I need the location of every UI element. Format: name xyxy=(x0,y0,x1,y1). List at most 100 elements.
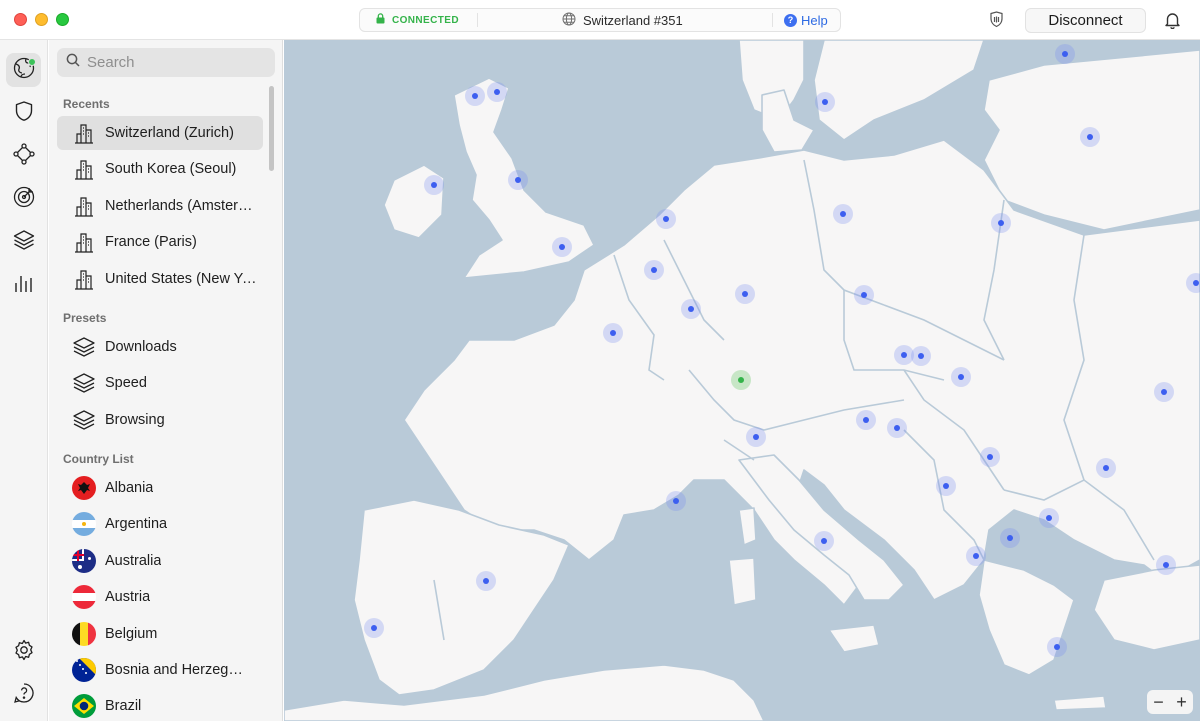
server-pin-dot xyxy=(894,425,900,431)
server-pin-dot xyxy=(559,244,565,250)
recent-item[interactable]: Netherlands (Amster… xyxy=(57,189,263,223)
austria-flag-icon xyxy=(72,585,96,610)
bell-icon[interactable] xyxy=(1164,11,1181,30)
brazil-flag-icon xyxy=(72,694,96,719)
server-pin-dot xyxy=(1087,134,1093,140)
land-crete xyxy=(1053,695,1107,711)
land-sardinia xyxy=(728,557,757,606)
item-label: Australia xyxy=(105,552,162,569)
help-label: Help xyxy=(801,12,828,28)
navigation-rail xyxy=(0,40,48,721)
argentina-flag-icon xyxy=(72,512,96,537)
land-greece xyxy=(978,559,1075,676)
title-bar: CONNECTED Switzerland #351 ? Help Discon… xyxy=(0,0,1200,40)
land-north-africa xyxy=(284,664,765,721)
item-label: France (Paris) xyxy=(105,234,197,251)
land-turkey xyxy=(1093,564,1200,651)
country-item[interactable]: Argentina xyxy=(57,507,263,541)
search-input[interactable] xyxy=(87,54,267,71)
divider xyxy=(477,13,478,27)
recents-title: Recents xyxy=(63,97,110,111)
zoom-out-button[interactable]: − xyxy=(1153,692,1164,713)
item-label: Speed xyxy=(105,375,147,392)
server-pin-dot xyxy=(688,306,694,312)
server-sidebar: Recents Switzerland (Zurich) South Korea … xyxy=(49,40,283,721)
recent-item[interactable]: Switzerland (Zurich) xyxy=(57,116,263,150)
land-corsica xyxy=(738,507,757,546)
server-pin-dot xyxy=(943,483,949,489)
city-icon xyxy=(72,267,96,291)
server-pin-dot xyxy=(371,625,377,631)
preset-item[interactable]: Downloads xyxy=(57,330,263,364)
connection-status: CONNECTED xyxy=(376,9,459,31)
threat-protection-icon[interactable] xyxy=(987,11,1007,29)
server-pin-dot xyxy=(494,89,500,95)
connection-status-label: CONNECTED xyxy=(392,14,459,26)
city-icon xyxy=(72,121,96,145)
rail-settings-button[interactable] xyxy=(6,635,41,669)
server-pin-dot xyxy=(901,352,907,358)
country-item[interactable]: Austria xyxy=(57,580,263,614)
server-pin-dot xyxy=(822,99,828,105)
country-item[interactable]: Bosnia and Herzeg… xyxy=(57,653,263,687)
server-pin-dot xyxy=(1054,644,1060,650)
item-label: Netherlands (Amster… xyxy=(105,197,253,214)
sidebar-scrollbar[interactable] xyxy=(269,86,274,171)
gear-icon xyxy=(12,638,36,667)
map-zoom-control: − + xyxy=(1147,690,1193,714)
server-pin-dot xyxy=(1103,465,1109,471)
recent-item[interactable]: France (Paris) xyxy=(57,225,263,259)
city-icon xyxy=(72,157,96,181)
close-window-button[interactable] xyxy=(14,13,27,26)
rail-globe-button[interactable] xyxy=(6,53,41,87)
search-icon xyxy=(66,53,80,72)
recent-item[interactable]: United States (New Yor… xyxy=(57,262,263,296)
country-item[interactable]: Belgium xyxy=(57,617,263,651)
minimize-window-button[interactable] xyxy=(35,13,48,26)
rail-stats-button[interactable] xyxy=(6,268,41,302)
preset-item[interactable]: Speed xyxy=(57,366,263,400)
question-icon: ? xyxy=(784,13,797,27)
rail-target-button[interactable] xyxy=(6,182,41,216)
server-pin-dot xyxy=(431,182,437,188)
server-pin-dot xyxy=(651,267,657,273)
country-item[interactable]: Albania xyxy=(57,471,263,505)
rail-meshnet-button[interactable] xyxy=(6,139,41,173)
item-label: Bosnia and Herzeg… xyxy=(105,662,243,678)
current-server[interactable]: Switzerland #351 xyxy=(562,9,683,31)
layers-icon xyxy=(72,335,96,359)
divider xyxy=(772,13,773,27)
albania-flag-icon xyxy=(72,476,96,500)
country-item[interactable]: Australia xyxy=(57,544,263,578)
preset-item[interactable]: Browsing xyxy=(57,403,263,437)
disconnect-button[interactable]: Disconnect xyxy=(1025,8,1146,33)
lock-icon xyxy=(376,11,385,29)
target-icon xyxy=(12,185,36,214)
rail-shield-button[interactable] xyxy=(6,96,41,130)
server-pin-dot xyxy=(742,291,748,297)
meshnet-icon xyxy=(12,142,36,171)
rail-help-button[interactable] xyxy=(6,678,41,712)
server-pin-dot xyxy=(840,211,846,217)
server-pin-dot xyxy=(1062,51,1068,57)
globe-icon xyxy=(562,12,576,29)
zoom-window-button[interactable] xyxy=(56,13,69,26)
server-pin-dot xyxy=(1161,389,1167,395)
search-box[interactable] xyxy=(57,48,275,77)
country-item[interactable]: Brazil xyxy=(57,689,263,721)
help-button[interactable]: ? Help xyxy=(784,9,828,31)
country-list-title: Country List xyxy=(63,452,134,466)
rail-layers-button[interactable] xyxy=(6,225,41,259)
world-map[interactable]: − + xyxy=(284,40,1200,721)
recent-item[interactable]: South Korea (Seoul) xyxy=(57,152,263,186)
city-icon xyxy=(72,194,96,218)
map-canvas[interactable] xyxy=(284,40,1200,721)
zoom-in-button[interactable]: + xyxy=(1176,692,1187,713)
bosnia-flag-icon xyxy=(72,658,96,682)
connection-status-bar: CONNECTED Switzerland #351 ? Help xyxy=(359,8,841,32)
item-label: Austria xyxy=(105,589,151,606)
server-pin-dot xyxy=(515,177,521,183)
server-pin-dot xyxy=(738,377,744,383)
layers-icon xyxy=(72,371,96,395)
server-name: Switzerland #351 xyxy=(583,12,683,28)
